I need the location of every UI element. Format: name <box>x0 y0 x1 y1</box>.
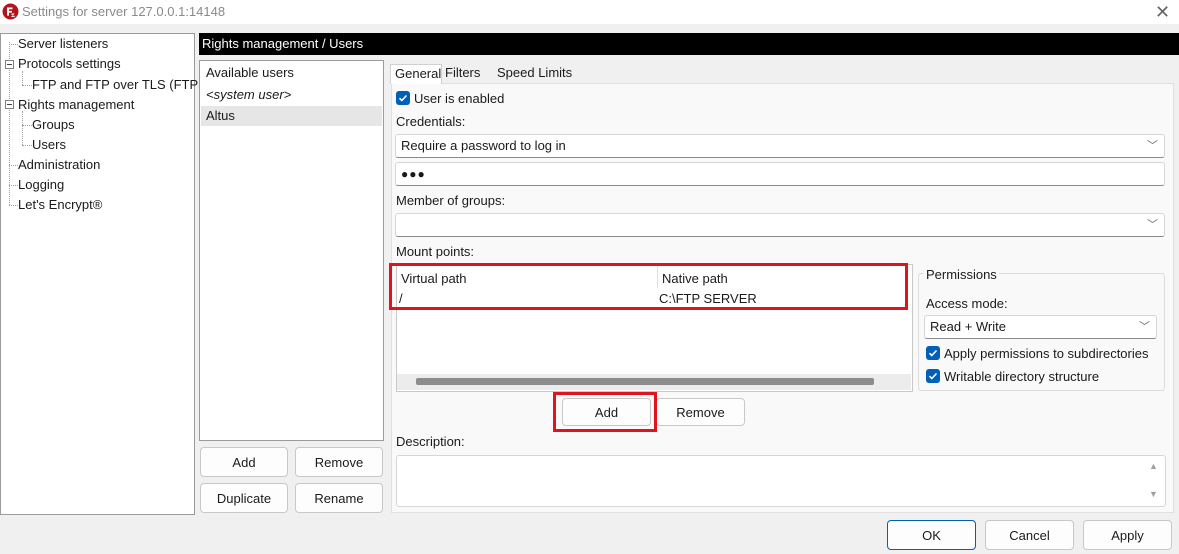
access-mode-value: Read + Write <box>930 319 1006 334</box>
tree-item-ftp-ftps[interactable]: FTP and FTP over TLS (FTPS) <box>32 75 211 95</box>
description-textarea[interactable] <box>396 455 1166 507</box>
tree-item-logging[interactable]: Logging <box>18 175 64 195</box>
tree-item-protocols-settings[interactable]: Protocols settings <box>18 54 121 74</box>
access-mode-select[interactable]: Read + Write ﹀ <box>924 315 1157 339</box>
tree-connector <box>9 44 18 45</box>
checkmark-icon <box>398 94 408 102</box>
writable-structure-label: Writable directory structure <box>944 369 1100 384</box>
title-bar: Settings for server 127.0.0.1:14148 ✕ <box>0 0 1179 24</box>
credentials-value: Require a password to log in <box>401 138 566 153</box>
writable-structure-checkbox[interactable] <box>926 369 940 383</box>
scrollbar-thumb[interactable] <box>416 378 874 385</box>
close-icon[interactable]: ✕ <box>1146 0 1179 24</box>
tab-speed-limits[interactable]: Speed Limits <box>495 64 574 84</box>
filezilla-icon <box>2 3 19 20</box>
add-user-button[interactable]: Add <box>200 447 288 477</box>
tree-item-groups[interactable]: Groups <box>32 115 75 135</box>
apply-subdirs-label: Apply permissions to subdirectories <box>944 346 1149 361</box>
user-item-system[interactable]: <system user> <box>201 85 382 105</box>
chevron-down-icon: ﹀ <box>1147 219 1158 231</box>
member-of-groups-select[interactable]: ﹀ <box>395 213 1165 237</box>
mount-points-label: Mount points: <box>396 244 475 259</box>
tree-connector <box>9 165 18 166</box>
rename-user-button[interactable]: Rename <box>295 483 383 513</box>
tree-connector <box>22 111 23 145</box>
users-list-header: Available users <box>206 65 294 80</box>
cancel-button[interactable]: Cancel <box>985 520 1074 550</box>
highlight-annotation <box>389 263 908 310</box>
tree-connector <box>22 125 32 126</box>
tree-connector <box>9 205 18 206</box>
checkmark-icon <box>928 349 938 357</box>
permissions-title: Permissions <box>924 267 999 282</box>
collapse-icon[interactable] <box>5 60 14 69</box>
tree-item-server-listeners[interactable]: Server listeners <box>18 34 108 54</box>
tree-item-lets-encrypt[interactable]: Let's Encrypt® <box>18 195 102 215</box>
apply-button[interactable]: Apply <box>1083 520 1172 550</box>
available-users-list[interactable]: Available users <system user> Altus <box>199 60 384 441</box>
duplicate-user-button[interactable]: Duplicate <box>200 483 288 513</box>
chevron-down-icon: ﹀ <box>1139 321 1150 333</box>
credentials-label: Credentials: <box>396 114 466 129</box>
window-title: Settings for server 127.0.0.1:14148 <box>22 4 226 19</box>
tree-connector <box>9 185 18 186</box>
remove-user-button[interactable]: Remove <box>295 447 383 477</box>
tree-item-administration[interactable]: Administration <box>18 155 100 175</box>
ok-button[interactable]: OK <box>887 520 976 550</box>
user-enabled-checkbox[interactable] <box>396 91 410 105</box>
apply-subdirs-checkbox[interactable] <box>926 346 940 360</box>
tree-item-rights-management[interactable]: Rights management <box>18 95 134 115</box>
collapse-icon[interactable] <box>5 100 14 109</box>
tree-connector <box>22 85 32 86</box>
tree-connector <box>22 145 32 146</box>
user-item-altus[interactable]: Altus <box>201 106 382 126</box>
credentials-select[interactable]: Require a password to log in ﹀ <box>395 134 1165 158</box>
tree-item-users[interactable]: Users <box>32 135 66 155</box>
tab-filters[interactable]: Filters <box>443 64 482 84</box>
chevron-down-icon: ﹀ <box>1147 140 1158 152</box>
scroll-up-icon[interactable]: ▲ <box>1149 461 1158 471</box>
section-header: Rights management / Users <box>199 33 1179 55</box>
member-of-groups-label: Member of groups: <box>396 193 506 208</box>
tab-general[interactable]: General <box>390 64 442 84</box>
highlight-annotation <box>553 392 657 432</box>
remove-mount-button[interactable]: Remove <box>656 398 745 426</box>
description-label: Description: <box>396 434 465 449</box>
password-field[interactable]: ●●● <box>395 162 1165 186</box>
checkmark-icon <box>928 372 938 380</box>
scroll-down-icon[interactable]: ▼ <box>1149 489 1158 499</box>
user-enabled-label: User is enabled <box>414 91 505 106</box>
access-mode-label: Access mode: <box>926 296 1008 311</box>
settings-tree: Server listeners Protocols settings FTP … <box>0 33 211 515</box>
